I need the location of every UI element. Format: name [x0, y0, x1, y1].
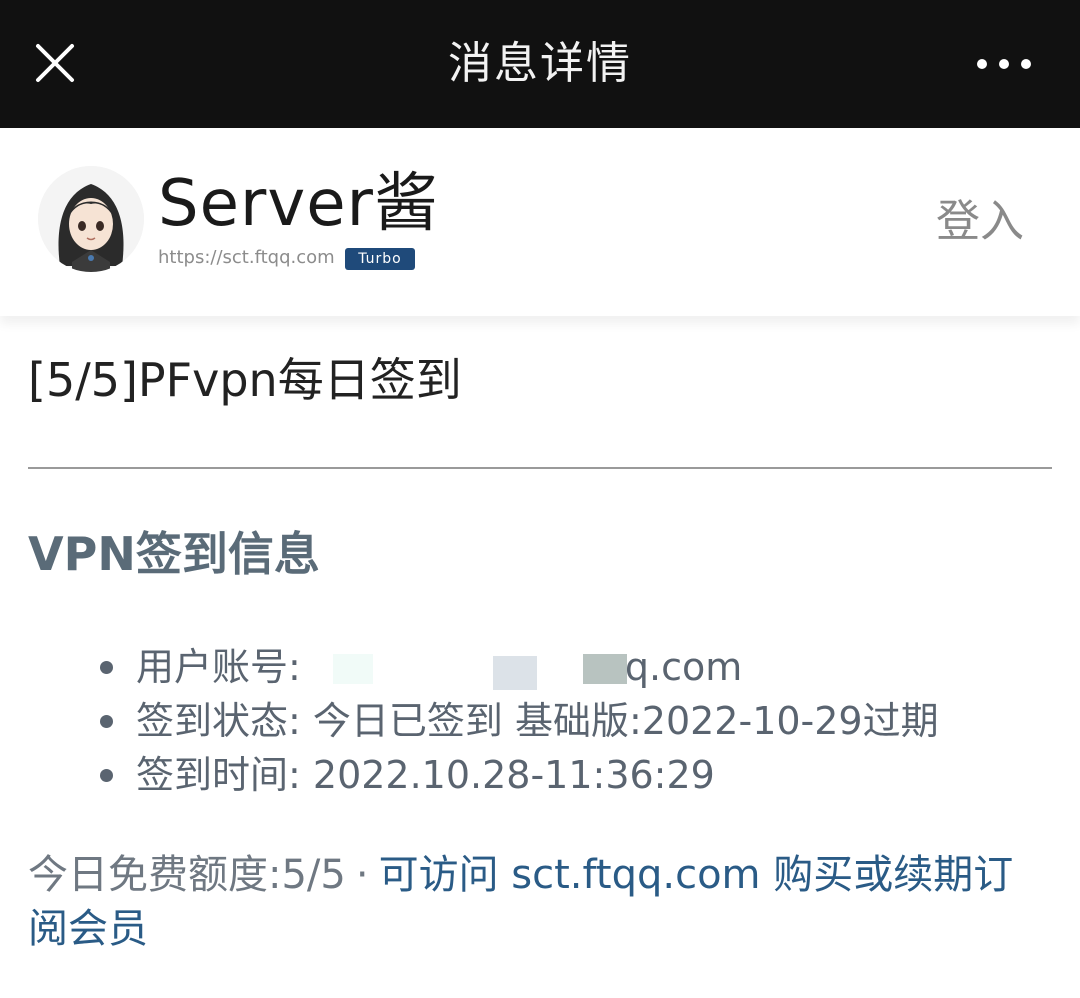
- brand-name: Server酱: [158, 167, 439, 241]
- divider: [28, 467, 1052, 469]
- section-heading: VPN签到信息: [28, 527, 320, 581]
- brand-url: https://sct.ftqq.com: [158, 247, 335, 268]
- info-label: 签到状态:: [136, 699, 313, 743]
- redacted-area: [313, 640, 627, 694]
- turbo-badge: Turbo: [345, 248, 415, 270]
- quota-text: 今日免费额度:5/5: [28, 852, 346, 898]
- brand-header: Server酱 https://sct.ftqq.com Turbo 登入: [0, 128, 1080, 316]
- list-item-time: 签到时间: 2022.10.28-11:36:29: [90, 748, 939, 802]
- redaction-block: [332, 654, 373, 684]
- login-button[interactable]: 登入: [936, 194, 1024, 250]
- avatar: [38, 166, 144, 272]
- bullet-icon: [100, 661, 113, 674]
- bullet-icon: [100, 769, 113, 782]
- anime-girl-avatar: [38, 166, 144, 272]
- more-dots-icon: [977, 59, 1031, 69]
- top-navigation-bar: 消息详情: [0, 0, 1080, 128]
- more-options-button[interactable]: [974, 54, 1034, 74]
- list-item-account: 用户账号: q.com: [90, 640, 939, 694]
- info-value: 今日已签到 基础版:2022-10-29过期: [312, 699, 939, 743]
- page-title: 消息详情: [448, 38, 632, 89]
- list-item-status: 签到状态: 今日已签到 基础版:2022-10-29过期: [90, 694, 939, 748]
- redaction-block: [582, 654, 627, 684]
- quota-footer: 今日免费额度:5/5 · 可访问 sct.ftqq.com 购买或续期订阅会员: [28, 848, 1052, 956]
- message-title: [5/5]PFvpn每日签到: [28, 353, 462, 407]
- info-list: 用户账号: q.com 签到状态: 今日已签到 基础版:2022-10-29过期…: [90, 640, 939, 802]
- redaction-block: [492, 656, 537, 690]
- info-label: 签到时间:: [136, 753, 313, 797]
- bullet-icon: [100, 715, 113, 728]
- info-value: 2022.10.28-11:36:29: [312, 753, 715, 797]
- separator: ·: [355, 852, 369, 898]
- info-label: 用户账号:: [136, 645, 313, 689]
- info-value: q.com: [624, 645, 743, 689]
